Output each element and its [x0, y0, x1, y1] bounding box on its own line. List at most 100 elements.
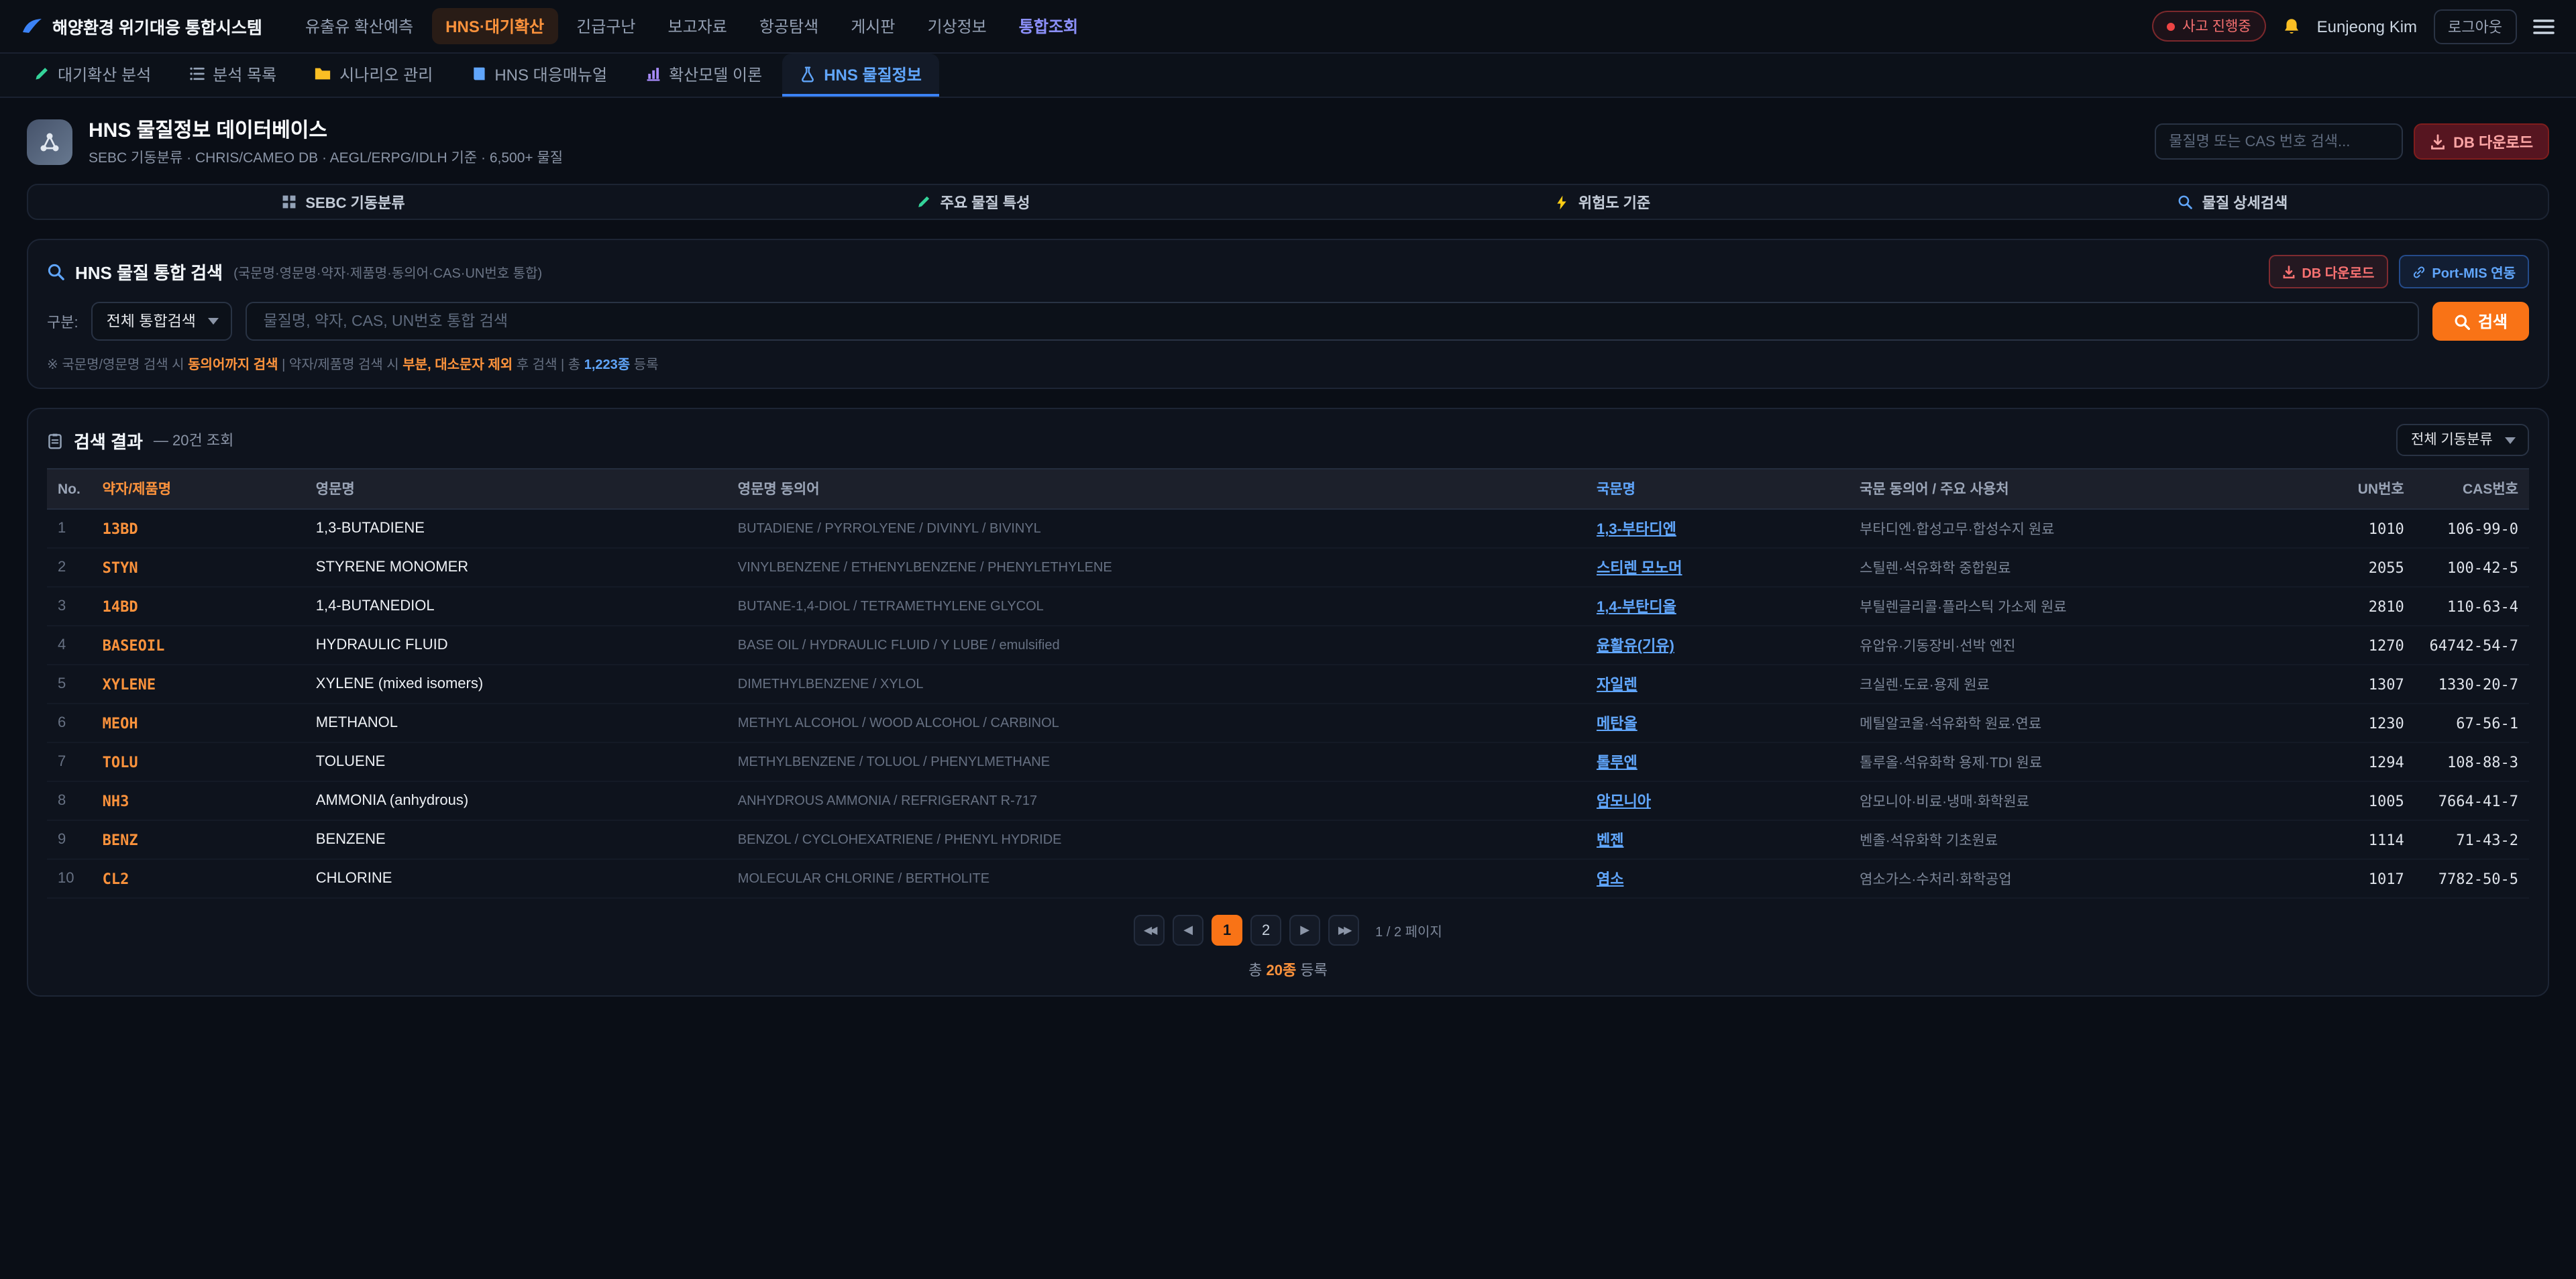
- cell-abbr: 13BD: [92, 509, 305, 548]
- cell-korean-synonyms: 스틸렌·석유화학 중합원료: [1849, 548, 2320, 587]
- tab-model-theory[interactable]: 확산모델 이론: [627, 54, 780, 97]
- classification-filter-wrap: 전체 기동분류: [2396, 424, 2529, 456]
- page-subtitle: SEBC 기동분류 · CHRIS/CAMEO DB · AEGL/ERPG/I…: [89, 148, 563, 168]
- korean-name-link[interactable]: 암모니아: [1597, 794, 1651, 810]
- korean-name-link[interactable]: 염소: [1597, 872, 1624, 888]
- korean-name-link[interactable]: 스티렌 모노머: [1597, 561, 1682, 577]
- chart-icon: [645, 66, 661, 82]
- cell-english-synonyms: MOLECULAR CHLORINE / BERTHOLITE: [727, 859, 1586, 898]
- korean-name-link[interactable]: 윤활유(기유): [1597, 638, 1674, 655]
- page-header: HNS 물질정보 데이터베이스 SEBC 기동분류 · CHRIS/CAMEO …: [0, 98, 2576, 181]
- korean-name-link[interactable]: 자일렌: [1597, 677, 1638, 693]
- korean-name-link[interactable]: 1,4-부탄디올: [1597, 600, 1676, 616]
- db-download-label: DB 다운로드: [2453, 131, 2533, 152]
- col-abbr[interactable]: 약자/제품명: [92, 469, 305, 509]
- search-button[interactable]: 검색: [2432, 302, 2529, 341]
- sub-tabbar: 대기확산 분석 분석 목록 시나리오 관리 HNS 대응매뉴얼 확산모델 이론 …: [0, 54, 2576, 98]
- cell-english-synonyms: DIMETHYLBENZENE / XYLOL: [727, 665, 1586, 704]
- table-row[interactable]: 7 TOLU TOLUENE METHYLBENZENE / TOLUOL / …: [47, 742, 2529, 781]
- search-icon: [47, 263, 64, 280]
- tab-dispersion-analysis[interactable]: 대기확산 분석: [16, 54, 168, 97]
- cell-english-name: TOLUENE: [305, 742, 727, 781]
- results-count: — 20건 조회: [154, 429, 233, 451]
- table-row[interactable]: 4 BASEOIL HYDRAULIC FLUID BASE OIL / HYD…: [47, 626, 2529, 665]
- unified-search-input[interactable]: [246, 302, 2419, 341]
- table-row[interactable]: 8 NH3 AMMONIA (anhydrous) ANHYDROUS AMMO…: [47, 781, 2529, 820]
- cell-abbr: BENZ: [92, 820, 305, 859]
- korean-name-link[interactable]: 벤젠: [1597, 833, 1624, 849]
- nav-item-board[interactable]: 게시판: [837, 8, 908, 44]
- pagination-page-1[interactable]: 1: [1212, 915, 1242, 946]
- cell-english-synonyms: BUTADIENE / PYRROLYENE / DIVINYL / BIVIN…: [727, 509, 1586, 548]
- cell-cas-number: 1330-20-7: [2415, 665, 2529, 704]
- cell-english-synonyms: METHYLBENZENE / TOLUOL / PHENYLMETHANE: [727, 742, 1586, 781]
- list-icon: [189, 66, 205, 82]
- classification-filter-select[interactable]: 전체 기동분류: [2396, 424, 2529, 456]
- logout-button[interactable]: 로그아웃: [2433, 9, 2517, 44]
- quick-search-input[interactable]: [2154, 123, 2402, 160]
- tab-hns-substance-info[interactable]: HNS 물질정보: [782, 54, 939, 97]
- nav-item-hns-dispersion[interactable]: HNS·대기확산: [432, 8, 557, 44]
- hamburger-menu-icon[interactable]: [2533, 18, 2555, 34]
- col-korean-name[interactable]: 국문명: [1586, 469, 1849, 509]
- db-download-mini-button[interactable]: DB 다운로드: [2268, 255, 2387, 288]
- download-icon: [2429, 133, 2445, 150]
- col-english-name[interactable]: 영문명: [305, 469, 727, 509]
- cell-abbr: 14BD: [92, 587, 305, 626]
- korean-name-link[interactable]: 메탄올: [1597, 716, 1638, 732]
- pagination-next-button[interactable]: ▶: [1289, 915, 1320, 946]
- cell-abbr: CL2: [92, 859, 305, 898]
- cell-cas-number: 100-42-5: [2415, 548, 2529, 587]
- cell-un-number: 1010: [2320, 509, 2415, 548]
- brand[interactable]: 해양환경 위기대응 통합시스템: [21, 13, 262, 39]
- pagination-page-2[interactable]: 2: [1250, 915, 1281, 946]
- portmis-link-button[interactable]: Port-MIS 연동: [2398, 255, 2529, 288]
- alert-dot-icon: [2166, 22, 2174, 30]
- tab-analysis-list[interactable]: 분석 목록: [171, 54, 294, 97]
- korean-name-link[interactable]: 톨루엔: [1597, 755, 1638, 771]
- nav-item-emergency-rescue[interactable]: 긴급구난: [563, 8, 649, 44]
- table-row[interactable]: 10 CL2 CHLORINE MOLECULAR CHLORINE / BER…: [47, 859, 2529, 898]
- table-row[interactable]: 1 13BD 1,3-BUTADIENE BUTADIENE / PYRROLY…: [47, 509, 2529, 548]
- pagination-last-button[interactable]: ▶▶: [1328, 915, 1359, 946]
- portmis-label: Port-MIS 연동: [2432, 262, 2516, 282]
- grid-icon: [281, 194, 296, 209]
- cell-english-name: 1,3-BUTADIENE: [305, 509, 727, 548]
- table-row[interactable]: 2 STYN STYRENE MONOMER VINYLBENZENE / ET…: [47, 548, 2529, 587]
- nav-item-weather-info[interactable]: 기상정보: [914, 8, 1000, 44]
- cell-korean-synonyms: 메틸알코올·석유화학 원료·연료: [1849, 704, 2320, 742]
- pagination-info: 1 / 2 페이지: [1375, 920, 1442, 940]
- nav-item-aerial-search[interactable]: 항공탐색: [746, 8, 832, 44]
- pagination-first-button[interactable]: ◀◀: [1134, 915, 1165, 946]
- table-row[interactable]: 5 XYLENE XYLENE (mixed isomers) DIMETHYL…: [47, 665, 2529, 704]
- category-select[interactable]: 전체 통합검색: [92, 302, 233, 341]
- flask-icon: [800, 65, 816, 82]
- feature-sebc-classification[interactable]: SEBC 기동분류: [28, 185, 658, 219]
- bell-icon[interactable]: [2282, 17, 2301, 36]
- results-panel: 검색 결과 — 20건 조회 전체 기동분류 No. 약자/제품명 영문명 영문…: [27, 408, 2549, 997]
- molecule-icon: [27, 119, 72, 164]
- feature-risk-criteria[interactable]: 위험도 기준: [1288, 185, 1918, 219]
- table-row[interactable]: 9 BENZ BENZENE BENZOL / CYCLOHEXATRIENE …: [47, 820, 2529, 859]
- table-row[interactable]: 3 14BD 1,4-BUTANEDIOL BUTANE-1,4-DIOL / …: [47, 587, 2529, 626]
- table-header-row: No. 약자/제품명 영문명 영문명 동의어 국문명 국문 동의어 / 주요 사…: [47, 469, 2529, 509]
- table-row[interactable]: 6 MEOH METHANOL METHYL ALCOHOL / WOOD AL…: [47, 704, 2529, 742]
- db-download-button[interactable]: DB 다운로드: [2413, 123, 2549, 160]
- pagination-prev-button[interactable]: ◀: [1173, 915, 1203, 946]
- category-select-wrap: 전체 통합검색: [92, 302, 233, 341]
- tab-hns-manual[interactable]: HNS 대응매뉴얼: [453, 54, 625, 97]
- feature-substance-properties[interactable]: 주요 물질 특성: [658, 185, 1288, 219]
- cell-no: 2: [47, 548, 92, 587]
- cell-korean-name: 벤젠: [1586, 820, 1849, 859]
- col-un-number: UN번호: [2320, 469, 2415, 509]
- nav-item-reports[interactable]: 보고자료: [655, 8, 741, 44]
- cell-cas-number: 64742-54-7: [2415, 626, 2529, 665]
- nav-item-oil-spill-prediction[interactable]: 유출유 확산예측: [292, 8, 427, 44]
- db-download-mini-label: DB 다운로드: [2302, 262, 2374, 282]
- feature-substance-detail-search[interactable]: 물질 상세검색: [1918, 185, 2548, 219]
- tab-scenario-management[interactable]: 시나리오 관리: [297, 54, 450, 97]
- cell-un-number: 2810: [2320, 587, 2415, 626]
- nav-item-integrated-search[interactable]: 통합조회: [1006, 8, 1091, 44]
- korean-name-link[interactable]: 1,3-부타디엔: [1597, 522, 1676, 538]
- cell-english-synonyms: METHYL ALCOHOL / WOOD ALCOHOL / CARBINOL: [727, 704, 1586, 742]
